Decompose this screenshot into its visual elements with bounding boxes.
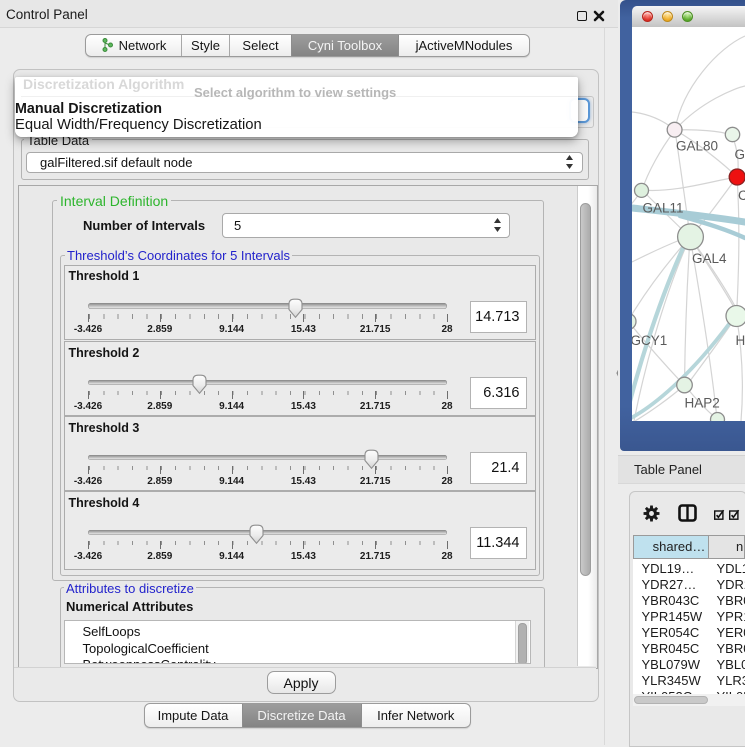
svg-text:GA: GA [735,147,745,162]
svg-text:H: H [736,333,745,348]
svg-text:GCY1: GCY1 [632,333,667,348]
svg-text:C: C [738,188,745,203]
svg-text:GAL80: GAL80 [676,139,718,154]
svg-text:GAL11: GAL11 [643,201,684,216]
svg-text:HAP2: HAP2 [685,396,720,411]
svg-text:GAL4: GAL4 [692,251,727,266]
